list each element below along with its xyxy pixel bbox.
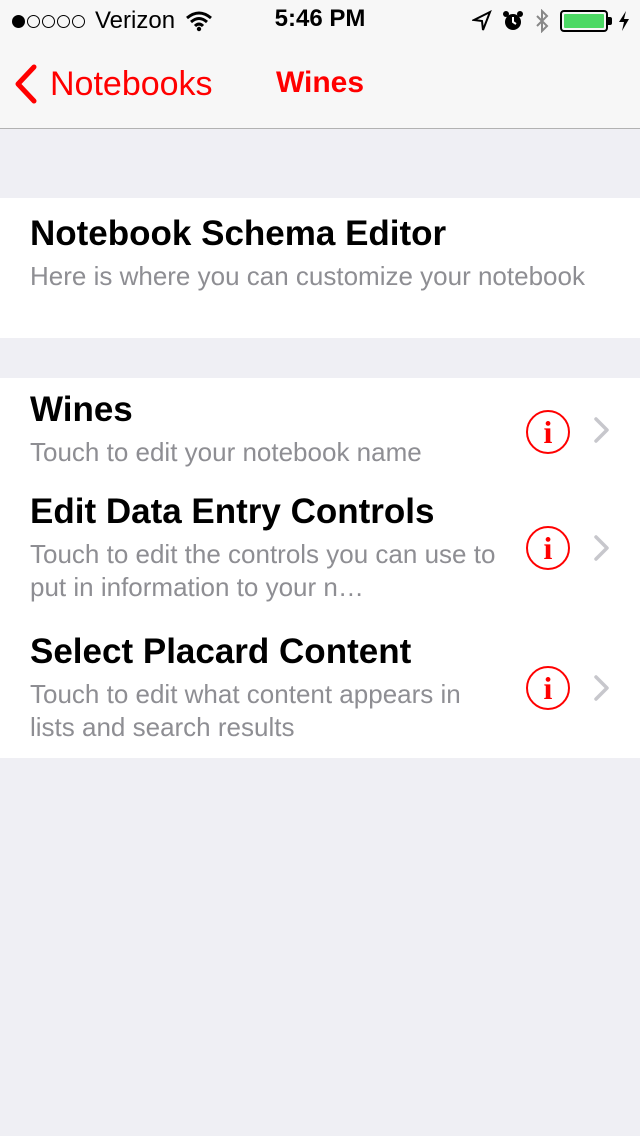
list-item-text: Select Placard Content Touch to edit wha… [30, 632, 500, 744]
list-item-notebook-name[interactable]: Wines Touch to edit your notebook name i [0, 390, 640, 480]
location-arrow-icon [472, 10, 492, 31]
list-item-subtitle: Touch to edit your notebook name [30, 437, 422, 467]
status-right [472, 6, 630, 36]
bluetooth-icon [536, 9, 549, 33]
chevron-right-icon [594, 535, 609, 561]
list-item-placard-content[interactable]: Select Placard Content Touch to edit wha… [0, 632, 640, 752]
info-circle-icon[interactable]: i [526, 666, 570, 710]
chevron-right-icon [594, 417, 609, 443]
list-item-text: Wines Touch to edit your notebook name [30, 390, 500, 469]
status-bar: Verizon 5:46 PM [0, 0, 640, 40]
section-title: Notebook Schema Editor [30, 214, 447, 253]
page-title: Wines [275, 66, 365, 99]
list-item-title: Wines [30, 390, 133, 429]
schema-editor-section: Notebook Schema Editor Here is where you… [0, 198, 640, 338]
list-item-subtitle: Touch to edit what content appears in li… [30, 679, 461, 742]
info-circle-icon[interactable]: i [526, 526, 570, 570]
charging-bolt-icon [619, 11, 629, 31]
alarm-clock-icon [503, 11, 523, 30]
list-item-title: Edit Data Entry Controls [30, 492, 435, 531]
chevron-right-icon [594, 675, 609, 701]
navigation-bar: Notebooks Wines [0, 40, 640, 129]
list-item-subtitle: Touch to edit the controls you can use t… [30, 539, 496, 602]
list-item-title: Select Placard Content [30, 632, 412, 671]
section-subtitle: Here is where you can customize your not… [30, 261, 585, 291]
battery-icon [560, 10, 612, 32]
schema-editor-cell: Notebook Schema Editor Here is where you… [30, 214, 620, 293]
list-item-text: Edit Data Entry Controls Touch to edit t… [30, 492, 500, 604]
info-circle-icon[interactable]: i [526, 410, 570, 454]
list-item-data-entry-controls[interactable]: Edit Data Entry Controls Touch to edit t… [0, 492, 640, 612]
